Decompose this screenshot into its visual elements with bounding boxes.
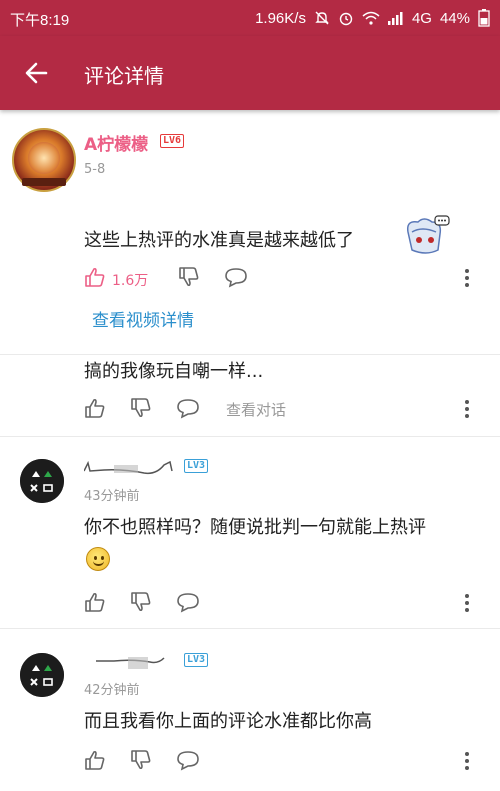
reply-button[interactable] <box>176 591 200 613</box>
avatar-ribbon <box>22 178 66 186</box>
page-title: 评论详情 <box>84 64 164 88</box>
comment-time: 42分钟前 <box>84 683 140 698</box>
reply-actions <box>84 591 484 617</box>
avatar-figure <box>28 142 60 174</box>
reply-text: 搞的我像玩自嘲一样... <box>84 361 264 382</box>
arrow-left-icon <box>25 62 48 84</box>
status-time: 下午8:19 <box>10 12 70 29</box>
signal-icon <box>387 11 404 25</box>
mute-bell-icon <box>314 10 330 26</box>
blurred-username-image <box>96 657 165 669</box>
dislike-button[interactable] <box>130 749 152 771</box>
reply-button[interactable] <box>176 397 200 419</box>
more-vertical-icon <box>465 752 469 770</box>
more-options-button[interactable] <box>464 751 470 771</box>
network-speed: 1.96K/s <box>255 9 306 27</box>
reply-button[interactable] <box>224 266 248 288</box>
battery-icon <box>478 9 490 27</box>
reply-item: 搞的我像玩自嘲一样... 查看对话 <box>0 355 500 435</box>
like-count: 1.6万 <box>112 273 149 289</box>
more-options-button[interactable] <box>464 268 470 288</box>
status-right: 1.96K/s 4G 44% <box>255 9 490 27</box>
reply-text: 而且我看你上面的评论水准都比你高 <box>84 711 372 732</box>
app-header: 评论详情 <box>0 36 500 110</box>
username-blurred[interactable] <box>84 655 174 671</box>
reply-text: 你不也照样吗？随便说批判一句就能上热评 <box>84 517 426 538</box>
battery-level: 44% <box>439 9 470 27</box>
more-vertical-icon <box>465 400 469 418</box>
network-type: 4G <box>411 9 432 27</box>
avatar[interactable] <box>20 459 64 503</box>
thumbs-down-icon <box>131 750 151 770</box>
thumbs-down-icon <box>131 398 151 418</box>
reply-item: LV3 43分钟前 你不也照样吗？随便说批判一句就能上热评 <box>0 437 500 627</box>
thumbs-up-icon <box>85 750 105 770</box>
reply-actions: 查看对话 <box>84 397 484 423</box>
level-badge: LV3 <box>184 459 209 473</box>
avatar[interactable] <box>20 653 64 697</box>
alarm-icon <box>338 10 354 26</box>
thumbs-down-icon <box>179 267 199 287</box>
like-button[interactable] <box>84 397 106 419</box>
reply-item: LV3 42分钟前 而且我看你上面的评论水准都比你高 <box>0 629 500 791</box>
level-badge: LV3 <box>184 653 209 667</box>
like-button[interactable] <box>84 591 106 613</box>
more-options-button[interactable] <box>464 593 470 613</box>
comment-date: 5-8 <box>84 162 106 177</box>
comment-bubble-icon <box>177 593 199 613</box>
dislike-button[interactable] <box>178 266 200 288</box>
more-options-button[interactable] <box>464 399 470 419</box>
status-bar: 下午8:19 1.96K/s 4G 44% <box>0 0 500 36</box>
avatar[interactable] <box>12 128 76 192</box>
username-blurred[interactable] <box>84 459 174 475</box>
smile-emoji-icon <box>86 547 110 571</box>
thumbs-down-icon <box>131 592 151 612</box>
dislike-button[interactable] <box>130 397 152 419</box>
main-comment: A柠檬檬 LV6 5-8 这些上热评的水准真是越来越低了 1.6万 查看视频详情 <box>0 110 500 355</box>
thumbs-up-icon <box>85 398 105 418</box>
avatar-image <box>20 653 64 697</box>
blurred-username-image <box>84 460 173 475</box>
like-button[interactable] <box>84 749 106 771</box>
username[interactable]: A柠檬檬 <box>84 130 148 155</box>
sticker-icon <box>402 214 450 256</box>
avatar-image <box>20 459 64 503</box>
reply-button[interactable] <box>176 749 200 771</box>
comment-bubble-icon <box>177 399 199 419</box>
comment-text: 这些上热评的水准真是越来越低了 <box>84 230 354 251</box>
back-button[interactable] <box>22 58 52 88</box>
comment-time: 43分钟前 <box>84 489 140 504</box>
comment-bubble-icon <box>177 751 199 771</box>
more-vertical-icon <box>465 269 469 287</box>
view-conversation-link[interactable]: 查看对话 <box>226 399 286 420</box>
comment-actions: 1.6万 <box>84 266 484 292</box>
more-vertical-icon <box>465 594 469 612</box>
reply-actions <box>84 749 484 775</box>
level-badge: LV6 <box>160 134 185 148</box>
wifi-icon <box>362 10 380 26</box>
comment-bubble-icon <box>225 268 247 288</box>
thumbs-up-icon <box>85 267 105 287</box>
like-button[interactable] <box>84 266 106 288</box>
view-video-details-link[interactable]: 查看视频详情 <box>92 306 194 331</box>
dislike-button[interactable] <box>130 591 152 613</box>
thumbs-up-icon <box>85 592 105 612</box>
